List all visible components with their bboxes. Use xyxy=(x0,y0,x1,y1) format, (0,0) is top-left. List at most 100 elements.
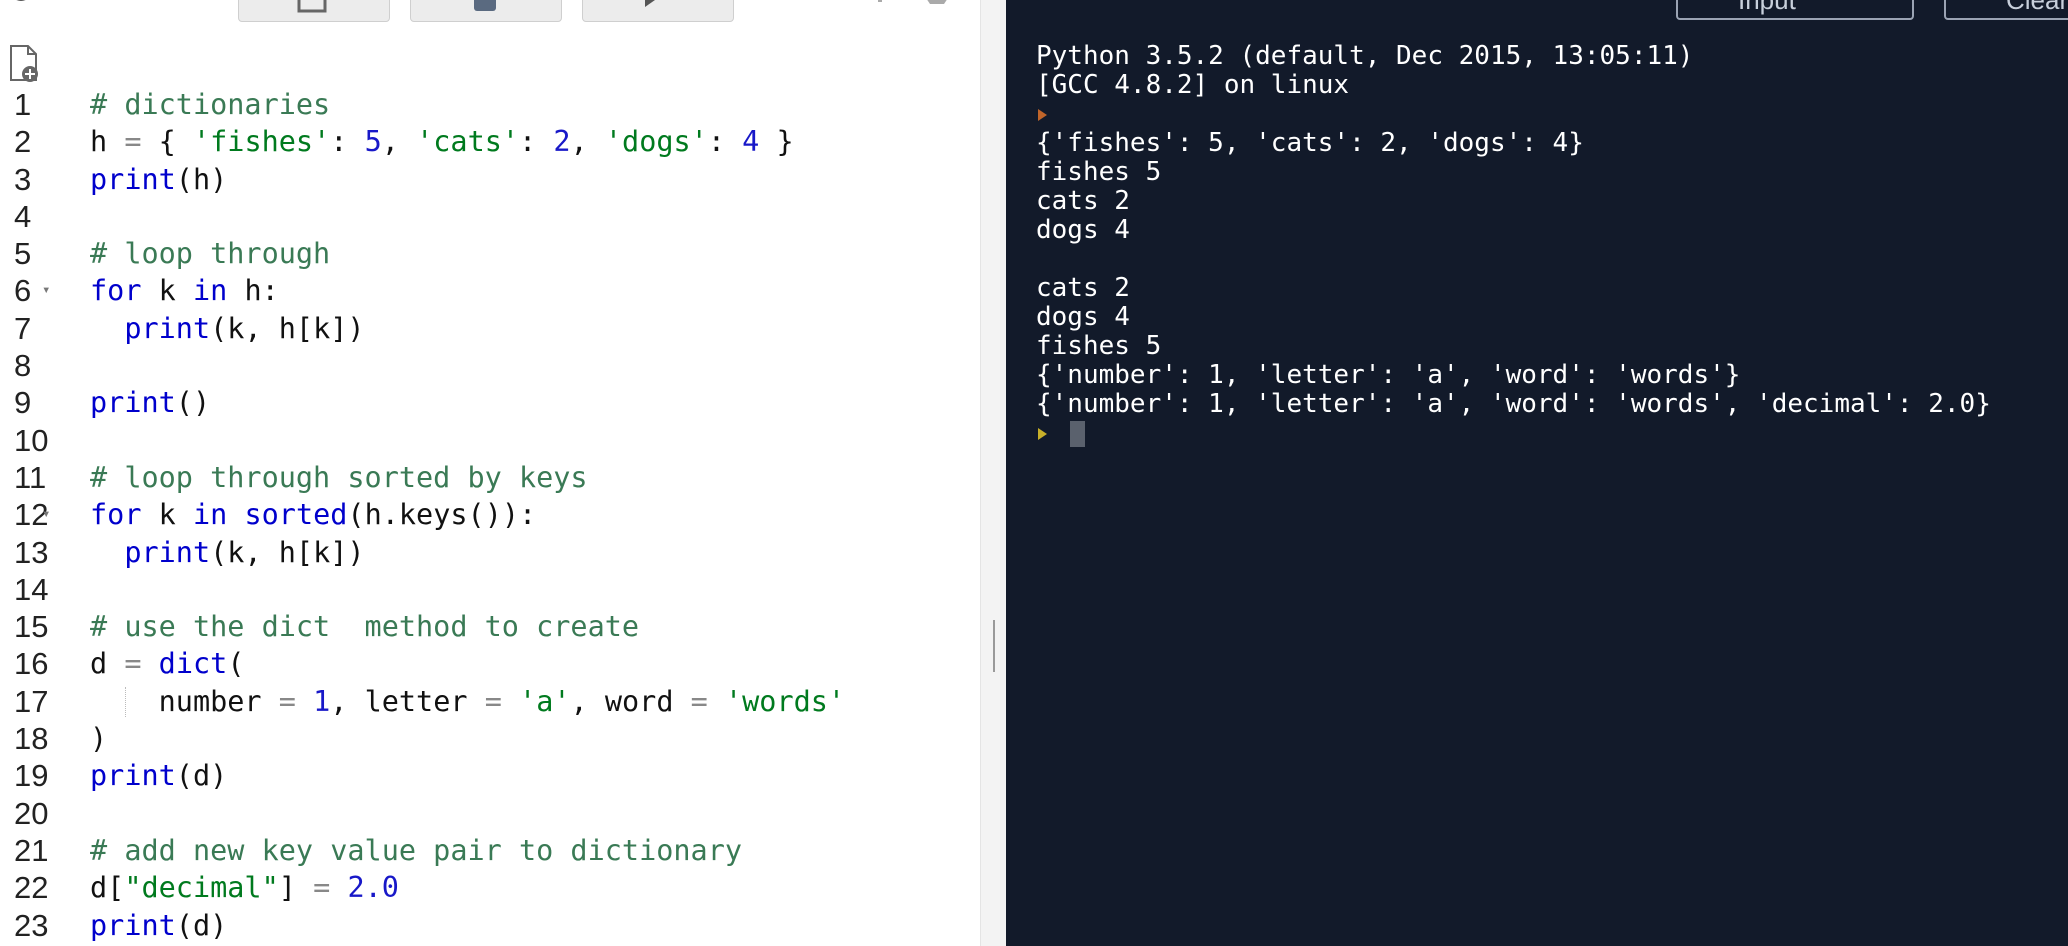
console-output-line: {'number': 1, 'letter': 'a', 'word': 'wo… xyxy=(1036,389,1991,419)
code-line[interactable]: 2h = { 'fishes': 5, 'cats': 2, 'dogs': 4… xyxy=(0,123,980,160)
code-line[interactable]: 6 ▾ for k in h: xyxy=(0,272,980,309)
code-line[interactable]: 5 # loop through xyxy=(0,235,980,272)
clear-button[interactable]: Clear xyxy=(1944,0,2068,20)
line-number: 17 xyxy=(14,683,49,719)
code-token: } xyxy=(759,125,794,159)
code-line[interactable]: 23 print(d) xyxy=(0,907,980,944)
code-token: 2 xyxy=(553,125,571,159)
code-line[interactable]: 9 print() xyxy=(0,384,980,421)
code-text: print(d) xyxy=(90,757,227,794)
code-line[interactable]: 7 print(k, h[k]) xyxy=(0,310,980,347)
code-token: 4 xyxy=(742,125,760,159)
save-icon xyxy=(297,0,327,13)
gear-icon[interactable] xyxy=(4,0,38,10)
line-number: 13 xyxy=(14,534,49,570)
code-text: # add new key value pair to dictionary xyxy=(90,832,742,869)
console-output-lines: {'fishes': 5, 'cats': 2, 'dogs': 4} fishe… xyxy=(1036,129,2068,419)
code-token: h: xyxy=(227,274,279,308)
code-line[interactable]: 1 # dictionaries xyxy=(0,86,980,123)
code-text: # use the dict method to create xyxy=(90,608,639,645)
code-text: d["decimal"] = 2.0 xyxy=(90,869,399,906)
console-prompt xyxy=(1036,100,2068,129)
line-number: 18 xyxy=(14,721,49,757)
share-icon[interactable] xyxy=(920,0,954,10)
code-token: # add new key value pair to dictionary xyxy=(90,833,743,867)
code-line[interactable]: 11 # loop through sorted by keys xyxy=(0,459,980,496)
run-button[interactable] xyxy=(582,0,734,22)
code-token: () xyxy=(175,386,211,420)
code-area[interactable]: 1 # dictionaries 2 h = { 'fishes': 5, 'cats… xyxy=(0,86,980,944)
line-number: 21 xyxy=(14,832,49,868)
pane-splitter[interactable] xyxy=(980,0,1007,946)
code-line[interactable]: 21 # add new key value pair to dictionary xyxy=(0,832,980,869)
line-number: 1 xyxy=(14,87,32,122)
code-line[interactable]: 12 ▾ for k in sorted(h.keys()): xyxy=(0,496,980,533)
code-text: print(k, h[k]) xyxy=(90,534,364,571)
code-line[interactable]: 22 d["decimal"] = 2.0 xyxy=(0,869,980,906)
prompt-arrow-icon xyxy=(1038,428,1047,440)
code-token: 'a' xyxy=(519,684,571,718)
code-token: , letter xyxy=(330,684,485,718)
line-number: 3 xyxy=(14,161,32,197)
line-number: 6 xyxy=(14,273,32,309)
line-number: 15 xyxy=(14,609,49,645)
code-text: print(k, h[k]) xyxy=(90,310,365,347)
code-token: = xyxy=(690,684,708,718)
code-token: number xyxy=(90,684,279,718)
line-number: 2 xyxy=(14,124,32,160)
console-output-line: cats 2 xyxy=(1036,273,1130,303)
code-line[interactable]: 4 xyxy=(0,198,980,235)
code-text: # dictionaries xyxy=(90,86,330,123)
code-token: ] xyxy=(278,871,314,905)
code-line[interactable]: 10 xyxy=(0,422,980,459)
code-text: d = dict( xyxy=(90,645,244,682)
code-token: sorted xyxy=(244,498,348,532)
code-text: print() xyxy=(90,384,210,421)
code-line[interactable]: 18) xyxy=(0,720,980,757)
code-token: for xyxy=(90,498,142,532)
code-token: { xyxy=(141,125,193,159)
play-icon xyxy=(645,0,655,7)
step-icon[interactable] xyxy=(856,0,892,10)
code-line[interactable]: 13 print(k, h[k]) xyxy=(0,534,980,571)
splitter-handle[interactable] xyxy=(993,620,995,672)
code-line[interactable]: 14 xyxy=(0,571,980,608)
line-number: 20 xyxy=(14,795,49,831)
code-token: 'cats' xyxy=(416,125,520,159)
code-line[interactable]: 8 xyxy=(0,347,980,384)
code-text: h = { 'fishes': 5, 'cats': 2, 'dogs': 4 … xyxy=(90,123,794,160)
code-line[interactable]: 17 number = 1, letter = 'a', word = 'wor… xyxy=(0,683,980,720)
save-button[interactable] xyxy=(238,0,390,22)
code-line[interactable]: 15 # use the dict method to create xyxy=(0,608,980,645)
code-token: = xyxy=(484,684,502,718)
code-line[interactable]: 16 d = dict( xyxy=(0,645,980,682)
input-button[interactable]: Input xyxy=(1676,0,1914,20)
line-number: 10 xyxy=(14,422,49,458)
console-output-line: cats 2 xyxy=(1036,186,1130,216)
fold-arrow-icon[interactable]: ▾ xyxy=(42,272,50,309)
console-output: Python 3.5.2 (default, Dec 2015, 13:05:1… xyxy=(1036,42,2068,448)
code-token: (k, h[k]) xyxy=(210,311,365,345)
console-pane[interactable]: Input Clear Python 3.5.2 (default, Dec 2… xyxy=(1006,0,2068,946)
code-token: 2.0 xyxy=(347,871,399,905)
code-token: print xyxy=(124,535,211,569)
line-number: 4 xyxy=(14,198,32,234)
clear-button-label: Clear xyxy=(2006,0,2068,15)
code-token: , word xyxy=(570,684,691,718)
input-button-label: Input xyxy=(1738,0,1796,15)
code-token: 1 xyxy=(313,684,331,718)
code-text: for k in h: xyxy=(90,272,279,309)
code-line[interactable]: 20 xyxy=(0,795,980,832)
console-input-line[interactable] xyxy=(1036,419,2068,448)
fold-arrow-icon[interactable]: ▾ xyxy=(42,496,50,533)
code-token: = xyxy=(124,125,142,159)
code-line[interactable]: 3 print(h) xyxy=(0,161,980,198)
code-line[interactable]: 19 print(d) xyxy=(0,757,980,794)
console-output-line: {'number': 1, 'letter': 'a', 'word': 'wo… xyxy=(1036,360,1741,390)
new-file-icon[interactable] xyxy=(8,44,42,84)
copy-button[interactable] xyxy=(410,0,562,22)
